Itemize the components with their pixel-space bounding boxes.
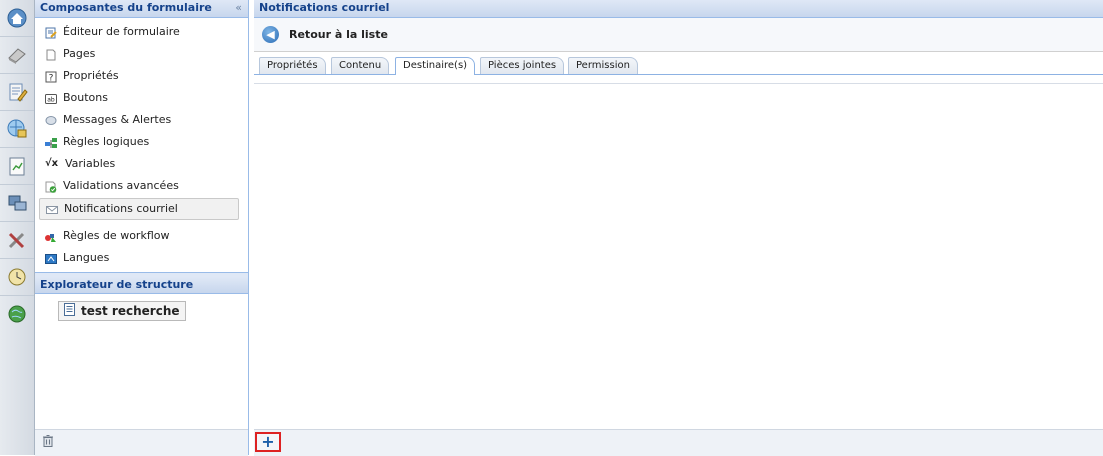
languages-icon [45, 252, 57, 264]
app-shortcut-tools[interactable] [0, 222, 34, 259]
component-item-label: Propriétés [63, 69, 119, 82]
component-item-label: Règles de workflow [63, 229, 170, 242]
component-item-label: Messages & Alertes [63, 113, 172, 126]
component-item-email-notifications[interactable]: Notifications courriel [39, 198, 239, 220]
components-panel-header: Composantes du formulaire « [35, 0, 248, 18]
add-recipient-button[interactable]: + [255, 432, 281, 452]
component-item-label: Variables [65, 157, 116, 170]
globe-lock-icon [7, 119, 27, 138]
component-item-properties[interactable]: ? Propriétés [39, 66, 239, 86]
properties-icon: ? [45, 70, 57, 84]
variables-icon: √x [45, 158, 59, 169]
form-components-panel: Composantes du formulaire « Éditeur de f… [35, 0, 249, 456]
component-item-label: Pages [63, 47, 96, 60]
tab-content[interactable]: Contenu [331, 57, 390, 74]
tab-recipients[interactable]: Destinaire(s) [395, 57, 476, 75]
app-shortcut-security[interactable] [0, 111, 34, 148]
component-item-variables[interactable]: √x Variables [39, 154, 239, 174]
back-arrow-icon: ◀ [262, 25, 279, 43]
collapse-icon[interactable]: « [235, 0, 242, 16]
form-document-icon [64, 303, 75, 319]
page-icon [45, 48, 57, 61]
main-panel: Notifications courriel ◀ Retour à la lis… [254, 0, 1103, 456]
svg-text:?: ? [49, 74, 54, 84]
app-shortcut-edit[interactable] [0, 74, 34, 111]
globe-icon [8, 305, 26, 323]
tab-label: Contenu [339, 60, 382, 71]
workflow-icon [45, 230, 57, 242]
structure-node-form[interactable]: test recherche [58, 301, 186, 321]
component-item-messages[interactable]: Messages & Alertes [39, 110, 239, 130]
component-item-logic-rules[interactable]: Règles logiques [39, 132, 239, 152]
component-item-label: Boutons [63, 91, 108, 104]
component-item-label: Éditeur de formulaire [63, 25, 180, 38]
edit-icon [9, 83, 28, 102]
app-shortcut-computers[interactable] [0, 185, 34, 222]
component-item-buttons[interactable]: ab Boutons [39, 88, 239, 108]
plus-icon: + [261, 432, 275, 451]
structure-panel-header: Explorateur de structure [35, 277, 248, 294]
components-panel-title: Composantes du formulaire [40, 1, 212, 14]
left-panel-footer [35, 429, 248, 456]
svg-text:ab: ab [47, 97, 55, 104]
main-toolbar: ◀ Retour à la liste [254, 18, 1103, 52]
component-item-label: Règles logiques [63, 135, 150, 148]
tab-label: Permission [576, 60, 630, 71]
recipients-content-area [254, 83, 1103, 430]
structure-panel-title: Explorateur de structure [40, 278, 194, 291]
tab-properties[interactable]: Propriétés [259, 57, 326, 74]
app-shortcut-clock[interactable] [0, 259, 34, 296]
tab-permission[interactable]: Permission [568, 57, 638, 74]
component-item-languages[interactable]: Langues [39, 248, 239, 268]
tab-attachments[interactable]: Pièces jointes [480, 57, 565, 74]
tab-label: Pièces jointes [488, 60, 557, 71]
component-item-workflow-rules[interactable]: Règles de workflow [39, 226, 239, 246]
tab-label: Destinaire(s) [403, 60, 468, 71]
back-to-list-button[interactable]: ◀ Retour à la liste [262, 24, 388, 44]
main-panel-title: Notifications courriel [259, 1, 390, 14]
logic-rules-icon [45, 136, 57, 148]
computers-icon [8, 195, 27, 211]
component-item-label: Langues [63, 251, 110, 264]
home-icon [7, 8, 27, 28]
tab-strip: Propriétés Contenu Destinaire(s) Pièces … [254, 52, 1103, 75]
email-icon [46, 203, 58, 215]
component-item-validations[interactable]: Validations avancées [39, 176, 239, 196]
trash-icon[interactable] [43, 435, 53, 450]
component-item-label: Notifications courriel [64, 202, 178, 215]
app-shortcut-eraser[interactable] [0, 37, 34, 74]
button-icon: ab [45, 92, 57, 104]
clock-icon [8, 268, 26, 286]
structure-node-label: test recherche [81, 304, 180, 318]
app-icon-bar [0, 0, 35, 455]
app-shortcut-home[interactable] [0, 0, 34, 37]
form-editor-icon [45, 26, 57, 39]
components-list: Éditeur de formulaire Pages ? Propriétés… [35, 18, 248, 271]
component-item-pages[interactable]: Pages [39, 44, 239, 64]
main-footer-toolbar: + [254, 429, 1103, 456]
back-to-list-label: Retour à la liste [289, 27, 388, 41]
message-icon [45, 114, 57, 126]
eraser-icon [8, 48, 26, 64]
app-shortcut-reports[interactable] [0, 148, 34, 185]
component-item-form-editor[interactable]: Éditeur de formulaire [39, 22, 239, 42]
validation-icon [45, 180, 57, 193]
chart-document-icon [9, 157, 25, 176]
tab-label: Propriétés [267, 60, 318, 71]
main-panel-header: Notifications courriel [254, 0, 1103, 18]
app-shortcut-web[interactable] [0, 296, 34, 332]
component-item-label: Validations avancées [63, 179, 179, 192]
tools-icon [8, 232, 25, 249]
